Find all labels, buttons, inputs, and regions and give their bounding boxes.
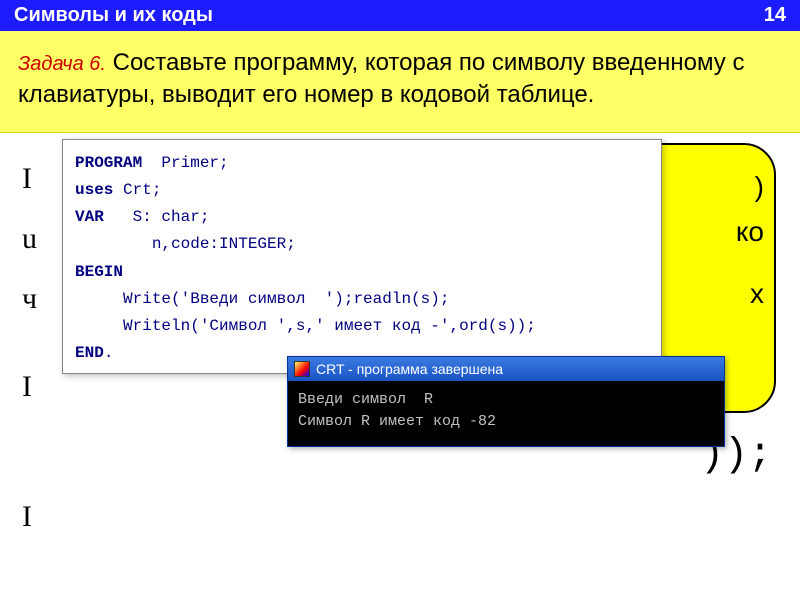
- bg-letter: I: [22, 149, 37, 209]
- keyword: VAR: [75, 208, 104, 226]
- code-text: Write('Введи символ ');readln(s);: [75, 290, 449, 308]
- code-text: S: char;: [104, 208, 210, 226]
- keyword: PROGRAM: [75, 154, 142, 172]
- code-text: Writeln('Символ ',s,' имеет код -',ord(s…: [75, 317, 536, 335]
- crt-titlebar: CRT - программа завершена: [288, 357, 724, 381]
- bg-letter: I: [22, 487, 37, 547]
- background-letters: I u ч I I: [22, 149, 37, 547]
- console-line: Символ R имеет код -82: [298, 413, 496, 430]
- task-label: Задача 6.: [18, 53, 106, 75]
- app-icon: [294, 361, 310, 377]
- crt-output-window: CRT - программа завершена Введи символ R…: [287, 356, 725, 447]
- source-code: PROGRAM Primer; uses Crt; VAR S: char; n…: [63, 140, 661, 374]
- content-area: ) ко х )); I u ч I I PROGRAM Primer; use…: [0, 133, 800, 563]
- page-number: 14: [764, 4, 786, 27]
- bg-letter: ч: [22, 269, 37, 329]
- keyword: uses: [75, 181, 113, 199]
- code-text: Crt;: [113, 181, 161, 199]
- slide-header: Символы и их коды 14: [0, 0, 800, 31]
- code-text: Primer;: [142, 154, 228, 172]
- header-title: Символы и их коды: [14, 4, 213, 27]
- code-text: .: [104, 344, 114, 362]
- keyword: BEGIN: [75, 263, 123, 281]
- crt-title: CRT - программа завершена: [316, 361, 503, 377]
- task-box: Задача 6. Составьте программу, которая п…: [0, 31, 800, 133]
- code-text: n,code:INTEGER;: [75, 235, 296, 253]
- crt-console-output: Введи символ R Символ R имеет код -82: [288, 381, 724, 446]
- bg-letter: u: [22, 209, 37, 269]
- keyword: END: [75, 344, 104, 362]
- console-line: Введи символ R: [298, 391, 433, 408]
- task-text: Составьте программу, которая по символу …: [18, 49, 744, 108]
- bg-letter: I: [22, 357, 37, 417]
- code-editor-panel: PROGRAM Primer; uses Crt; VAR S: char; n…: [62, 139, 662, 375]
